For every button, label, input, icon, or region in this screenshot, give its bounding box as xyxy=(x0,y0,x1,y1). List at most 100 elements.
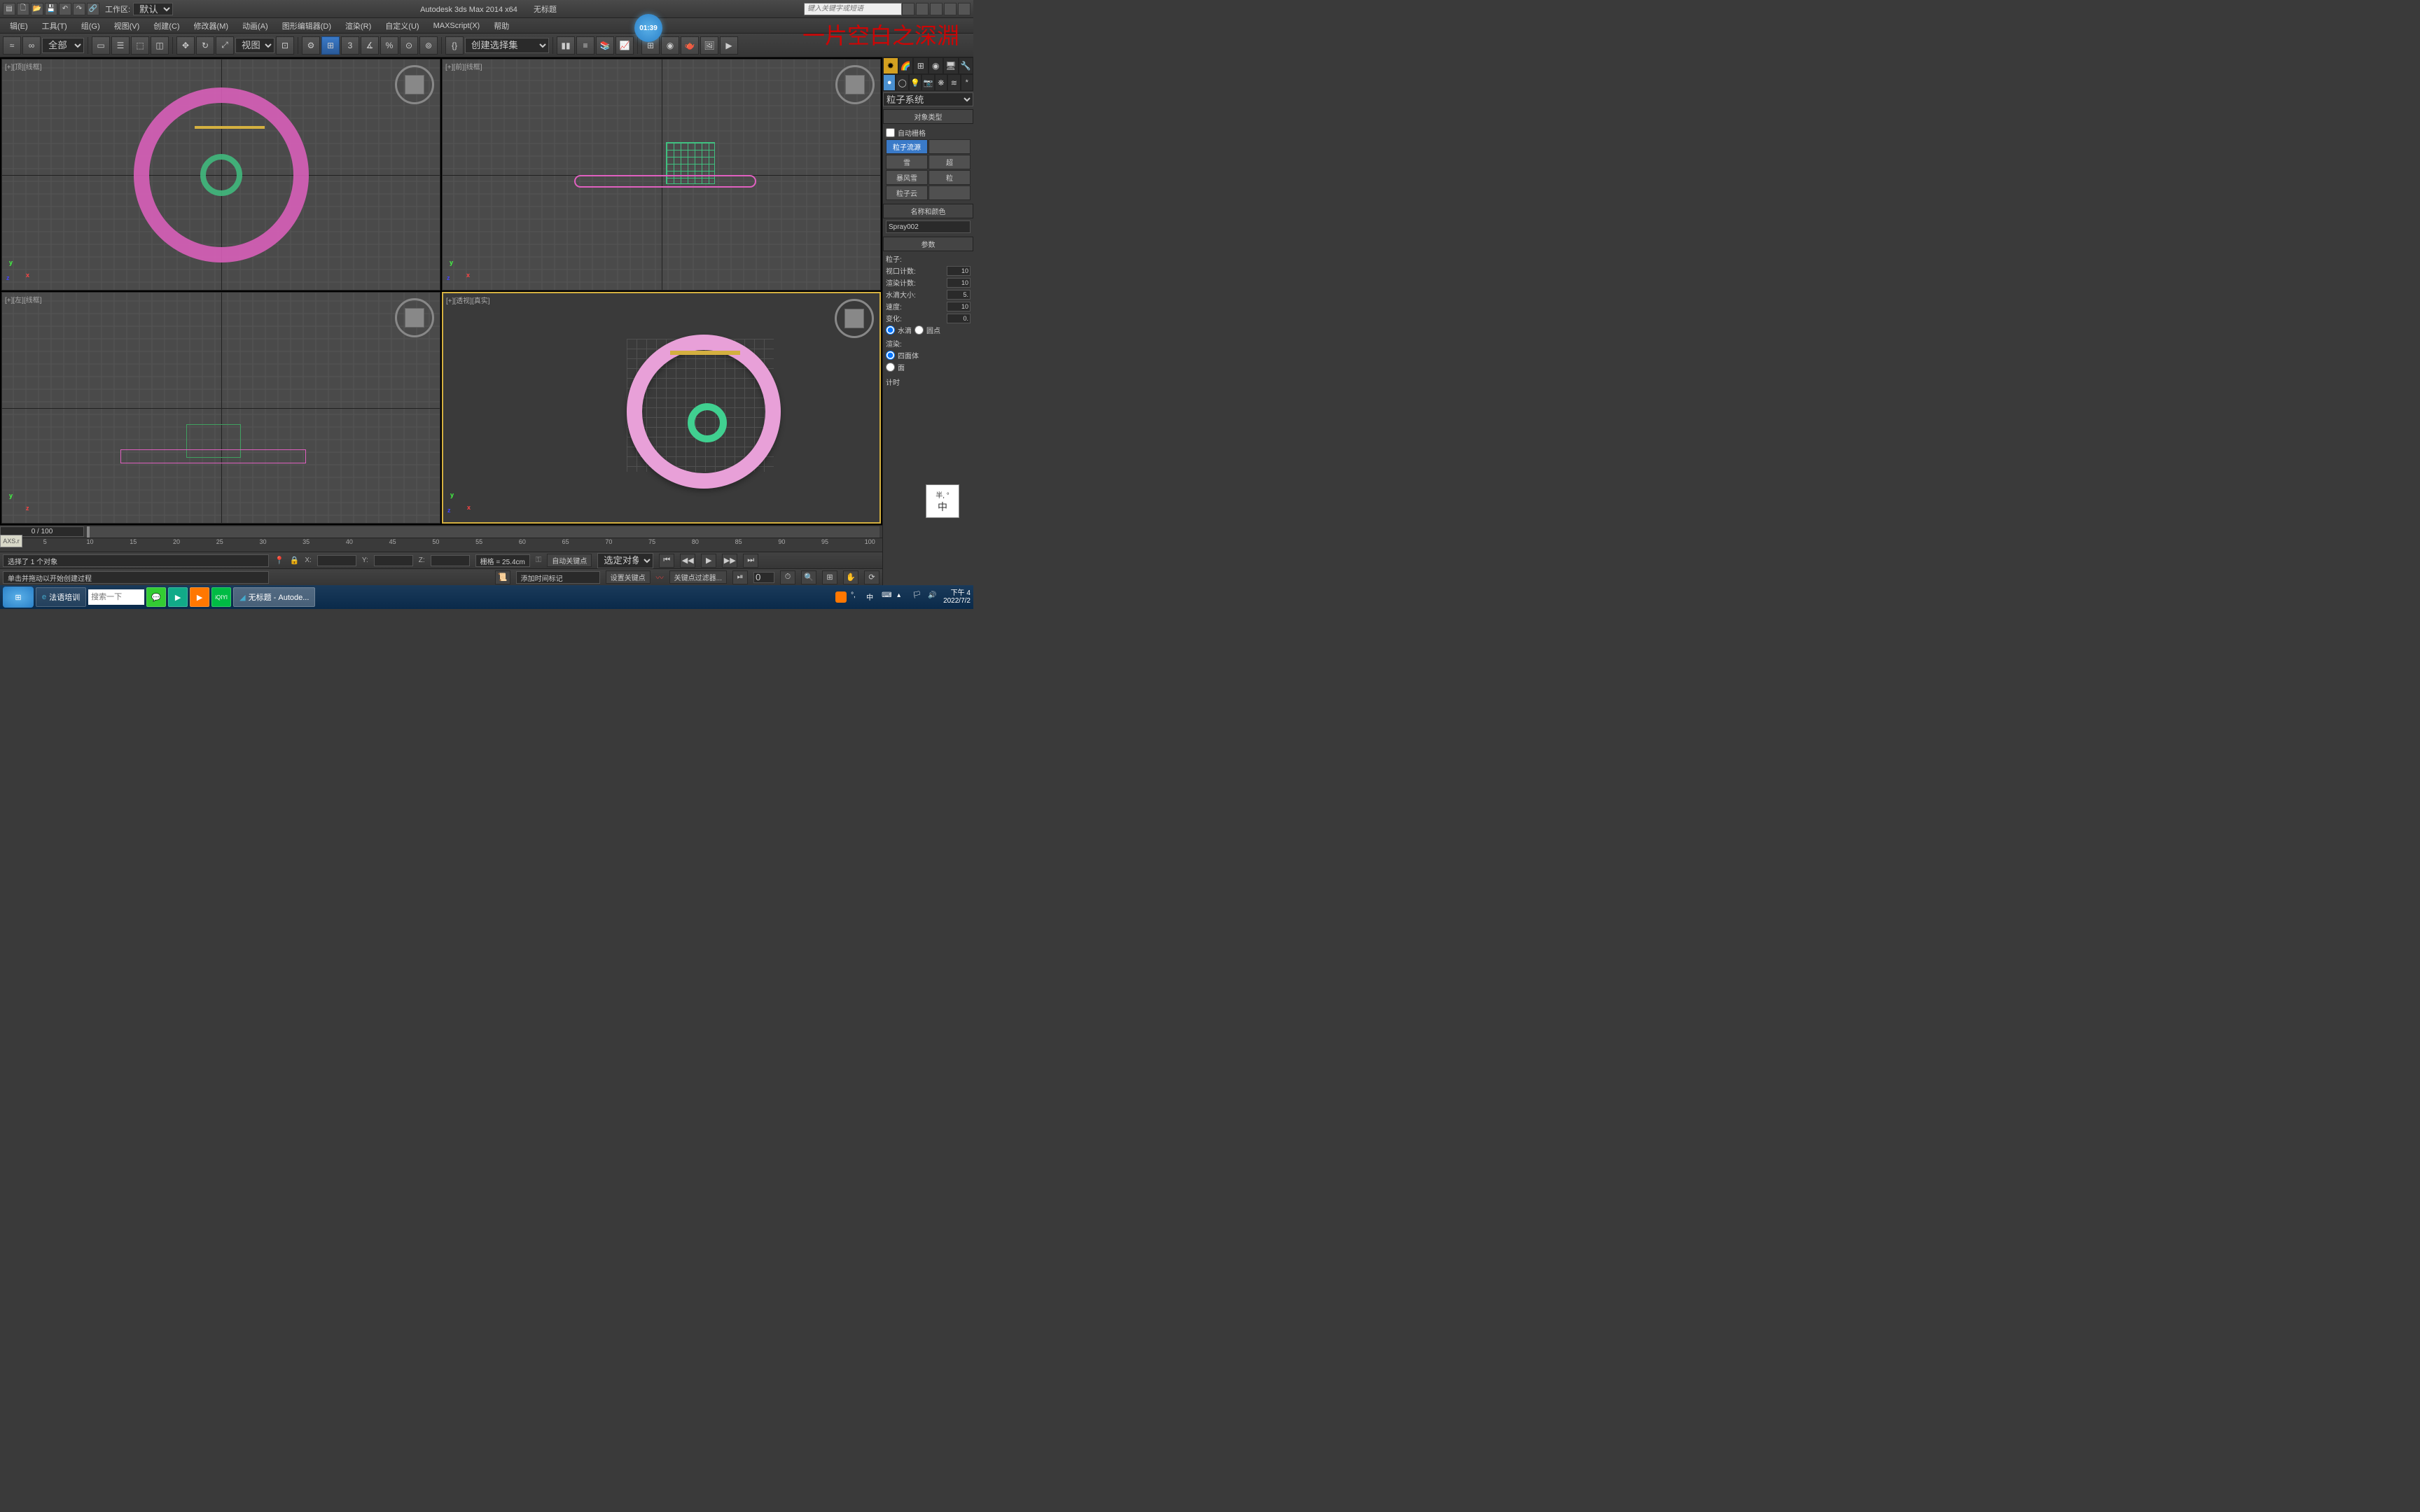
menu-graph-editor[interactable]: 图形编辑器(D) xyxy=(275,19,338,33)
hierarchy-tab-icon[interactable]: ⊞ xyxy=(913,57,929,74)
snow-button[interactable]: 雪 xyxy=(886,155,928,169)
x-coord-input[interactable] xyxy=(317,555,356,566)
menu-create[interactable]: 创建(C) xyxy=(146,19,186,33)
next-frame-icon[interactable]: ▶▶ xyxy=(722,554,737,568)
curve-editor-icon[interactable]: 📈 xyxy=(616,36,634,55)
tray-ime-icon[interactable]: 中 xyxy=(866,592,877,603)
viewport-front-label[interactable]: [+][前][线框] xyxy=(445,61,482,71)
pcloud-button[interactable]: 粒子云 xyxy=(886,186,928,200)
spinner-snap-icon[interactable]: % xyxy=(380,36,398,55)
helpers-subtab-icon[interactable]: ❋ xyxy=(935,74,947,91)
viewcube-icon[interactable] xyxy=(835,65,875,104)
viewport-left-label[interactable]: [+][左][线框] xyxy=(5,294,42,304)
parray-button[interactable]: 粒 xyxy=(929,170,971,185)
motion-tab-icon[interactable]: ◉ xyxy=(929,57,944,74)
menu-render[interactable]: 渲染(R) xyxy=(338,19,378,33)
variation-spinner[interactable] xyxy=(947,314,971,323)
help-icon[interactable] xyxy=(958,3,971,15)
mirror-icon[interactable]: ▮▮ xyxy=(557,36,575,55)
obj-button[interactable] xyxy=(929,139,971,154)
named-sel-icon[interactable]: {} xyxy=(445,36,464,55)
viewcube-icon[interactable] xyxy=(835,299,874,338)
selection-filter-select[interactable]: 全部 xyxy=(42,38,84,53)
key-filter-button[interactable]: 关键点过滤器... xyxy=(669,570,727,584)
viewport-top[interactable]: [+][顶][线框] xyz xyxy=(1,59,440,290)
select-rect-icon[interactable]: ⬚ xyxy=(131,36,149,55)
scale-icon[interactable]: ⤢ xyxy=(216,36,234,55)
open-icon[interactable]: 📂 xyxy=(31,3,43,15)
ref-coord-select[interactable]: 视图 xyxy=(235,38,274,53)
object-type-rollout[interactable]: 对象类型 xyxy=(883,109,973,124)
keyframe-target-select[interactable]: 选定对象 xyxy=(597,553,653,568)
prev-frame-icon[interactable]: ◀◀ xyxy=(680,554,695,568)
super-button[interactable]: 超 xyxy=(929,155,971,169)
snap-2d-icon[interactable]: ⊙ xyxy=(400,36,418,55)
save-icon[interactable]: 💾 xyxy=(45,3,57,15)
tencent-video-task[interactable]: ▶ xyxy=(190,587,209,607)
select-object-icon[interactable]: ▭ xyxy=(92,36,110,55)
viewport-count-spinner[interactable] xyxy=(947,266,971,276)
link-tool-icon[interactable]: ≈ xyxy=(3,36,21,55)
shapes-subtab-icon[interactable]: ◯ xyxy=(896,74,908,91)
move-icon[interactable]: ✥ xyxy=(176,36,195,55)
tray-expand-icon[interactable]: ▴ xyxy=(897,592,908,603)
geometry-subtab-icon[interactable]: ● xyxy=(883,74,896,91)
taskbar-clock[interactable]: 下午 4 2022/7/2 xyxy=(943,589,971,605)
script-icon[interactable]: 📜 xyxy=(495,570,510,584)
user-icon[interactable] xyxy=(916,3,929,15)
menu-help[interactable]: 帮助 xyxy=(487,19,516,33)
current-frame-input[interactable] xyxy=(753,572,774,583)
iqiyi-task[interactable]: iQIYI xyxy=(211,587,231,607)
pf-source-button[interactable]: 粒子流源 xyxy=(886,139,928,154)
pan-icon[interactable]: ✋ xyxy=(843,570,858,584)
align-icon[interactable]: ≡ xyxy=(576,36,594,55)
blizzard-button[interactable]: 暴风雪 xyxy=(886,170,928,185)
render-frame-icon[interactable]: 🖼 xyxy=(700,36,718,55)
menu-animation[interactable]: 动画(A) xyxy=(235,19,275,33)
viewcube-icon[interactable] xyxy=(395,298,434,337)
taskbar-search-input[interactable] xyxy=(88,589,144,605)
menu-customize[interactable]: 自定义(U) xyxy=(378,19,426,33)
viewport-perspective[interactable]: [+][透视][真实] xyz xyxy=(442,292,881,524)
drop-size-spinner[interactable] xyxy=(947,290,971,300)
tray-keyboard-icon[interactable]: ⌨ xyxy=(882,592,893,603)
spacewarps-subtab-icon[interactable]: ≋ xyxy=(947,74,960,91)
render-setup-icon[interactable]: 🫖 xyxy=(681,36,699,55)
wechat-task[interactable]: 💬 xyxy=(146,587,166,607)
left-dock-tab[interactable]: AXS.r xyxy=(0,535,22,547)
orbit-icon[interactable]: ⟳ xyxy=(864,570,879,584)
play-icon[interactable]: ▶ xyxy=(701,554,716,568)
binoculars-icon[interactable] xyxy=(902,3,915,15)
auto-key-button[interactable]: 自动关键点 xyxy=(547,554,592,567)
zoom-all-icon[interactable]: ⊞ xyxy=(822,570,837,584)
menu-group[interactable]: 组(G) xyxy=(74,19,107,33)
add-time-tag[interactable]: 添加时间标记 xyxy=(516,571,600,584)
start-button[interactable]: ⊞ xyxy=(3,587,34,608)
redo-icon[interactable]: ↷ xyxy=(73,3,85,15)
undo-icon[interactable]: ↶ xyxy=(59,3,71,15)
set-key-button[interactable]: 设置关键点 xyxy=(606,570,651,584)
time-slider-track[interactable] xyxy=(87,526,879,538)
percent-snap-icon[interactable]: ∡ xyxy=(361,36,379,55)
named-selection-set-select[interactable]: 创建选择集 xyxy=(465,38,549,53)
rotate-icon[interactable]: ↻ xyxy=(196,36,214,55)
material-editor-icon[interactable]: ◉ xyxy=(661,36,679,55)
object-name-input[interactable] xyxy=(886,220,971,233)
autogrid-checkbox[interactable] xyxy=(886,128,895,137)
angle-snap-icon[interactable]: 3 xyxy=(341,36,359,55)
exchange-icon[interactable] xyxy=(930,3,943,15)
snap-3d-icon[interactable]: ⊚ xyxy=(419,36,438,55)
tetra-radio[interactable] xyxy=(886,351,895,360)
drop-radio[interactable] xyxy=(886,326,895,335)
viewport-persp-label[interactable]: [+][透视][真实] xyxy=(446,295,490,305)
select-name-icon[interactable]: ☰ xyxy=(111,36,130,55)
cameras-subtab-icon[interactable]: 📷 xyxy=(922,74,934,91)
y-coord-input[interactable] xyxy=(374,555,413,566)
workspace-select[interactable]: 默认 xyxy=(133,3,173,15)
link-icon[interactable]: 🔗 xyxy=(87,3,99,15)
viewport-left[interactable]: [+][左][线框] zy xyxy=(1,292,440,524)
utilities-tab-icon[interactable]: 🔧 xyxy=(959,57,974,74)
browser-task[interactable]: ▶ xyxy=(168,587,188,607)
viewcube-icon[interactable] xyxy=(395,65,434,104)
window-crossing-icon[interactable]: ◫ xyxy=(151,36,169,55)
